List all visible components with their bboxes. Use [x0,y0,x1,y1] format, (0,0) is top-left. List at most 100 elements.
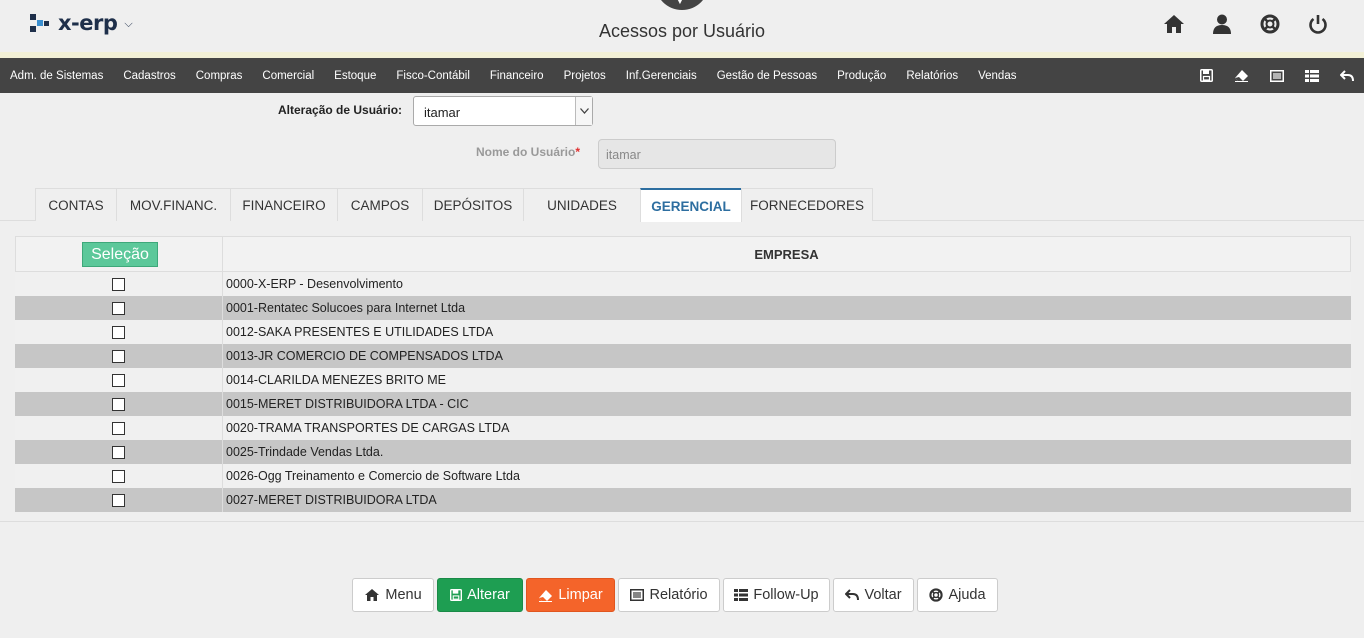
menu-item-inf-gerenciais[interactable]: Inf.Gerenciais [616,70,707,82]
chevron-down-icon[interactable] [575,97,592,125]
table-row: 0001-Rentatec Solucoes para Internet Ltd… [15,296,1351,320]
follow-up-button-label: Follow-Up [753,587,819,603]
tab-bar: CONTAS MOV.FINANC. FINANCEIRO CAMPOS DEP… [35,188,873,222]
row-checkbox[interactable] [112,278,125,291]
empresa-cell: 0000-X-ERP - Desenvolvimento [226,277,403,291]
empresa-cell: 0015-MERET DISTRIBUIDORA LTDA - CIC [226,397,469,411]
table-row: 0014-CLARILDA MENEZES BRITO ME [15,368,1351,392]
voltar-button-label: Voltar [864,587,902,603]
menu-item-producao[interactable]: Produção [827,70,896,82]
tab-gerencial[interactable]: GERENCIAL [640,188,742,222]
table-header: Seleção EMPRESA [15,236,1351,272]
menu-item-comercial[interactable]: Comercial [252,70,324,82]
required-marker: * [575,145,581,159]
eraser-icon [538,589,553,602]
home-icon [364,588,380,602]
menu-item-compras[interactable]: Compras [186,70,253,82]
tab-fornecedores[interactable]: FORNECEDORES [741,188,873,221]
main-menubar: Adm. de Sistemas Cadastros Compras Comer… [0,58,1364,93]
menu-item-financeiro[interactable]: Financeiro [480,70,554,82]
table-row: 0026-Ogg Treinamento e Comercio de Softw… [15,464,1351,488]
undo-icon[interactable] [1329,58,1364,93]
table-icon [734,589,749,601]
row-checkbox[interactable] [112,470,125,483]
user-select-label: Alteração de Usuário: [278,103,403,117]
row-checkbox[interactable] [112,374,125,387]
home-icon[interactable] [1150,12,1198,36]
save-icon[interactable] [1189,58,1224,93]
user-name-label-text: Nome do Usuário [476,145,576,159]
lifebuoy-icon[interactable] [1246,12,1294,36]
empresa-cell: 0025-Trindade Vendas Ltda. [226,445,384,459]
list-icon [630,589,645,601]
empresa-cell: 0012-SAKA PRESENTES E UTILIDADES LTDA [226,325,494,339]
menu-item-adm-sistemas[interactable]: Adm. de Sistemas [0,70,113,82]
menu-item-projetos[interactable]: Projetos [554,70,616,82]
empresa-cell: 0027-MERET DISTRIBUIDORA LTDA [226,493,437,507]
relatorio-button[interactable]: Relatório [618,578,720,612]
empresa-cell: 0026-Ogg Treinamento e Comercio de Softw… [226,469,520,483]
ajuda-button[interactable]: Ajuda [917,578,998,612]
menu-item-relatorios[interactable]: Relatórios [896,70,968,82]
undo-icon [845,589,860,601]
table-row: 0015-MERET DISTRIBUIDORA LTDA - CIC [15,392,1351,416]
follow-up-button[interactable]: Follow-Up [723,578,830,612]
row-checkbox[interactable] [112,326,125,339]
tab-financeiro[interactable]: FINANCEIRO [230,188,338,221]
menu-button[interactable]: Menu [352,578,434,612]
row-checkbox[interactable] [112,302,125,315]
empresa-cell: 0020-TRAMA TRANSPORTES DE CARGAS LTDA [226,421,510,435]
row-checkbox[interactable] [112,422,125,435]
alterar-button[interactable]: Alterar [437,578,523,612]
save-icon [450,589,463,601]
action-bar: Menu Alterar Limpar Relatório Follow-Up … [352,578,1001,612]
user-icon[interactable] [1198,12,1246,36]
tab-mov-financ[interactable]: MOV.FINANC. [116,188,231,221]
empresa-table: Seleção EMPRESA 0000-X-ERP - Desenvolvim… [15,236,1351,512]
table-row: 0020-TRAMA TRANSPORTES DE CARGAS LTDA [15,416,1351,440]
menu-item-gestao-pessoas[interactable]: Gestão de Pessoas [707,70,827,82]
voltar-button[interactable]: Voltar [833,578,914,612]
user-name-field[interactable]: itamar [598,139,836,169]
tab-unidades[interactable]: UNIDADES [523,188,641,221]
user-name-label: Nome do Usuário* [476,145,580,159]
ajuda-button-label: Ajuda [948,587,986,603]
app-header: ▼ x-erp ⌵ Acessos por Usuário [0,0,1364,52]
chevron-down-icon: ▼ [675,0,685,7]
menu-item-estoque[interactable]: Estoque [324,70,386,82]
menu-button-label: Menu [385,587,422,603]
limpar-button[interactable]: Limpar [526,578,615,612]
alterar-button-label: Alterar [467,587,510,603]
menu-item-cadastros[interactable]: Cadastros [113,70,185,82]
table-row: 0012-SAKA PRESENTES E UTILIDADES LTDA [15,320,1351,344]
empresa-cell: 0013-JR COMERCIO DE COMPENSADOS LTDA [226,349,503,363]
lifebuoy-icon [929,588,944,602]
limpar-button-label: Limpar [558,587,603,603]
power-icon[interactable] [1294,12,1342,36]
tab-depositos[interactable]: DEPÓSITOS [422,188,524,221]
table-row: 0027-MERET DISTRIBUIDORA LTDA [15,488,1351,512]
empresa-cell: 0001-Rentatec Solucoes para Internet Ltd… [226,301,466,315]
menu-item-fisco-contabil[interactable]: Fisco-Contábil [386,70,480,82]
menu-item-vendas[interactable]: Vendas [968,70,1026,82]
selection-column-header: Seleção [16,237,223,271]
row-checkbox[interactable] [112,446,125,459]
empresa-column-header[interactable]: EMPRESA [223,237,1350,271]
row-checkbox[interactable] [112,350,125,363]
table-row: 0025-Trindade Vendas Ltda. [15,440,1351,464]
tab-campos[interactable]: CAMPOS [337,188,423,221]
user-name-value: itamar [606,148,641,162]
row-checkbox[interactable] [112,494,125,507]
select-all-button[interactable]: Seleção [82,242,158,267]
empresa-cell: 0014-CLARILDA MENEZES BRITO ME [226,373,446,387]
user-select[interactable]: itamar [413,96,593,126]
table-icon[interactable] [1294,58,1329,93]
list-icon[interactable] [1259,58,1294,93]
user-select-value: itamar [424,105,461,120]
collapse-header-toggle[interactable]: ▼ [655,0,709,10]
eraser-icon[interactable] [1224,58,1259,93]
row-checkbox[interactable] [112,398,125,411]
tab-contas[interactable]: CONTAS [35,188,117,221]
table-row: 0000-X-ERP - Desenvolvimento [15,272,1351,296]
relatorio-button-label: Relatório [649,587,708,603]
